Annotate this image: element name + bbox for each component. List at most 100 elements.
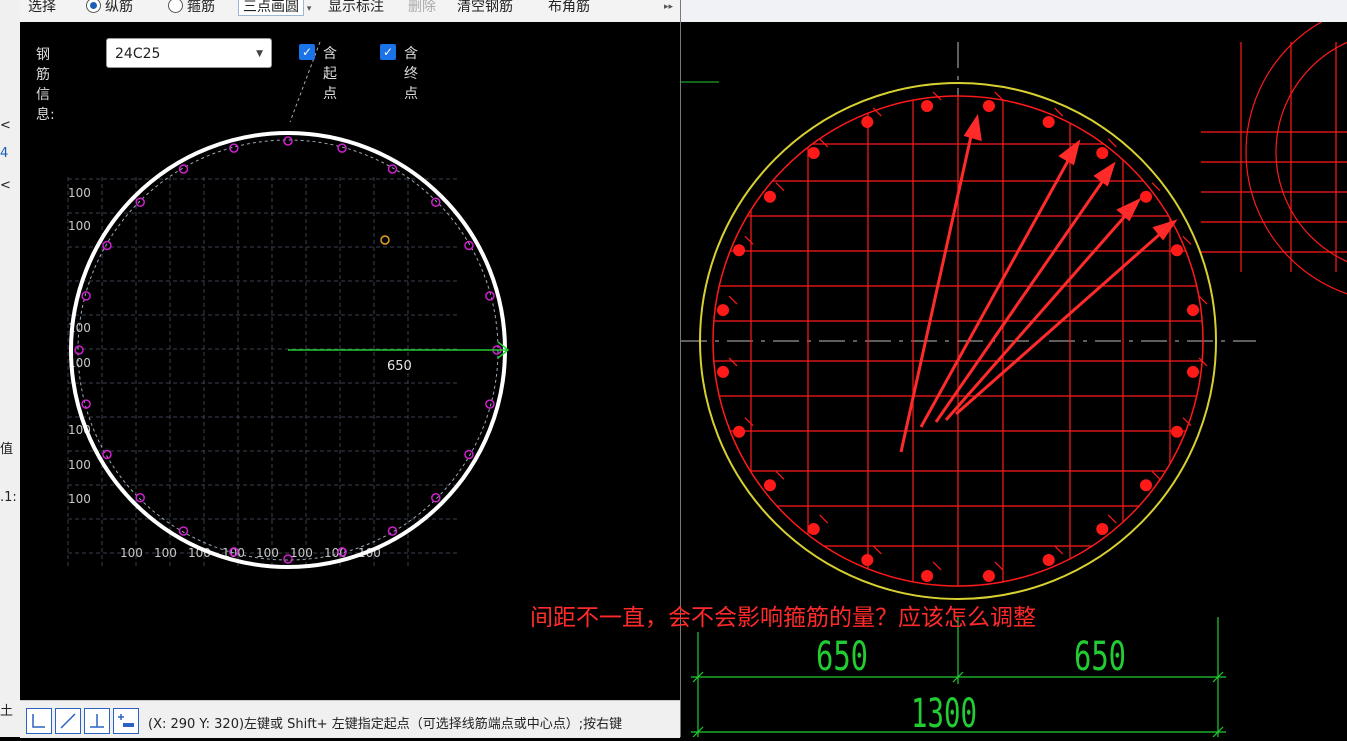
stirrup-radio[interactable]: 箍筋 (168, 0, 215, 18)
left-sidebar: < 4 < 值 .1: 土 (0, 0, 21, 737)
rebar-dot (982, 100, 995, 113)
rebar-hook (1054, 107, 1064, 117)
rebar-dot (1170, 244, 1183, 257)
sidebar-item: .1: (0, 490, 17, 505)
rebar-point (431, 493, 441, 503)
rebar-hook (744, 417, 754, 427)
rebar-info-dropdown[interactable]: 24C25 ▼ (106, 38, 272, 68)
rebar-dot (807, 146, 820, 159)
clear-rebar-button[interactable]: 清空钢筋 (457, 0, 513, 18)
adjacent-section-drawing (1201, 9, 1347, 295)
perpendicular-snap-icon[interactable] (84, 708, 110, 734)
rebar-dot (733, 425, 746, 438)
rebar-point (135, 493, 145, 503)
grid-label: 100 (154, 546, 177, 560)
sidebar-item: 值 (0, 442, 14, 457)
rebar-dots (717, 91, 1208, 582)
has-start-checkbox[interactable]: ✓ (299, 44, 315, 60)
status-text: (X: 290 Y: 320)左键或 Shift+ 左键指定起点（可选择线筋端点… (148, 717, 623, 732)
draw-mode-select[interactable]: 三点画圆 ▾ (238, 0, 311, 18)
sidebar-item[interactable]: < (0, 178, 11, 193)
annotation-arrows (899, 113, 1178, 453)
rebar-point (81, 291, 91, 301)
rebar-hook (1182, 235, 1192, 245)
toolbar: 选择 纵筋 箍筋 三点画圆 ▾ 显示标注 删除 清空钢筋 布角筋 ▸▸ (20, 0, 680, 23)
rebar-hook (819, 138, 829, 148)
rebar-dot (1140, 190, 1153, 203)
rebar-dot (861, 116, 874, 129)
orthogonal-snap-icon[interactable] (26, 708, 52, 734)
rebar-hook (932, 561, 942, 571)
select-button[interactable]: 选择 (28, 0, 56, 18)
rebar-point (283, 136, 293, 146)
radius-label: 650 (387, 359, 412, 374)
rebar-point (464, 449, 474, 460)
rebar-hook (728, 295, 738, 305)
radio-selected-icon (86, 0, 101, 13)
radio-icon (168, 0, 183, 13)
rebar-dot (733, 244, 746, 257)
rebar-dot (717, 304, 730, 317)
grid-label: 100 (120, 546, 143, 560)
rebar-dot (921, 569, 934, 582)
rebar-point (135, 197, 145, 207)
rebar-point (431, 197, 441, 207)
rebar-dot (982, 569, 995, 582)
corner-rebar-button[interactable]: 布角筋 (548, 0, 590, 18)
more-icon[interactable]: ▸▸ (664, 0, 673, 18)
rebar-hook (1107, 138, 1117, 148)
rebar-point (102, 240, 112, 251)
grid-label: 100 (68, 219, 91, 233)
has-end-label: 含终点 (404, 46, 418, 102)
angle-snap-icon[interactable] (55, 708, 81, 734)
question-annotation: 间距不一直，会不会影响箍筋的量？应该怎么调整 (530, 605, 1036, 631)
rebar-hook (1054, 545, 1064, 555)
rebar-dot (807, 523, 820, 536)
rebar-dot (1140, 479, 1153, 492)
rebar-dot (1186, 304, 1199, 317)
sidebar-item: 土 (0, 704, 14, 719)
dimension-labels: 650 650 1300 (816, 634, 1126, 737)
cursor-marker (380, 235, 390, 245)
chevron-down-icon: ▾ (304, 4, 312, 14)
rebar-hook (775, 182, 785, 192)
rebar-point (387, 164, 398, 174)
sidebar-item[interactable]: 4 (0, 146, 8, 161)
add-point-snap-icon[interactable] (113, 708, 139, 734)
draw-mode-value: 三点画圆 (238, 0, 304, 16)
rebar-dot (1170, 425, 1183, 438)
rebar-dot (1042, 553, 1055, 566)
rebar-hook (872, 545, 882, 555)
status-bar: (X: 290 Y: 320)左键或 Shift+ 左键指定起点（可选择线筋端点… (20, 700, 680, 738)
grid-labels: 100100100100100100100100 100 100 100 100 100 1… (68, 186, 381, 560)
grid-label: 100 (68, 458, 91, 472)
chevron-down-icon: ▼ (256, 49, 263, 59)
rebar-hook (1107, 514, 1117, 524)
rebar-point (485, 399, 495, 409)
rebar-hook (994, 561, 1004, 571)
rebar-dot (1042, 116, 1055, 129)
rebar-info-value: 24C25 (115, 46, 161, 62)
grid-label: 100 (68, 186, 91, 200)
longitudinal-label: 纵筋 (105, 0, 133, 15)
has-start-label: 含起点 (323, 46, 337, 102)
rebar-dot (861, 553, 874, 566)
show-label-button[interactable]: 显示标注 (328, 0, 384, 18)
rebar-hook (775, 470, 785, 480)
rebar-point (178, 526, 189, 536)
rebar-hook (819, 514, 829, 524)
grid-label: 100 (68, 492, 91, 506)
rebar-dot (763, 479, 776, 492)
rebar-dot (1096, 523, 1109, 536)
grid-label: 100 (290, 546, 313, 560)
has-end-checkbox[interactable]: ✓ (380, 44, 396, 60)
delete-button[interactable]: 删除 (408, 0, 436, 18)
dimension-left-label: 650 (816, 634, 868, 680)
rebar-dot (1096, 146, 1109, 159)
sidebar-item[interactable]: < (0, 118, 11, 133)
dimension-right-label: 650 (1074, 634, 1126, 680)
longitudinal-radio[interactable]: 纵筋 (86, 0, 133, 18)
rebar-hook (728, 357, 738, 367)
stirrup-label: 箍筋 (187, 0, 215, 15)
rebar-dot (1186, 365, 1199, 378)
